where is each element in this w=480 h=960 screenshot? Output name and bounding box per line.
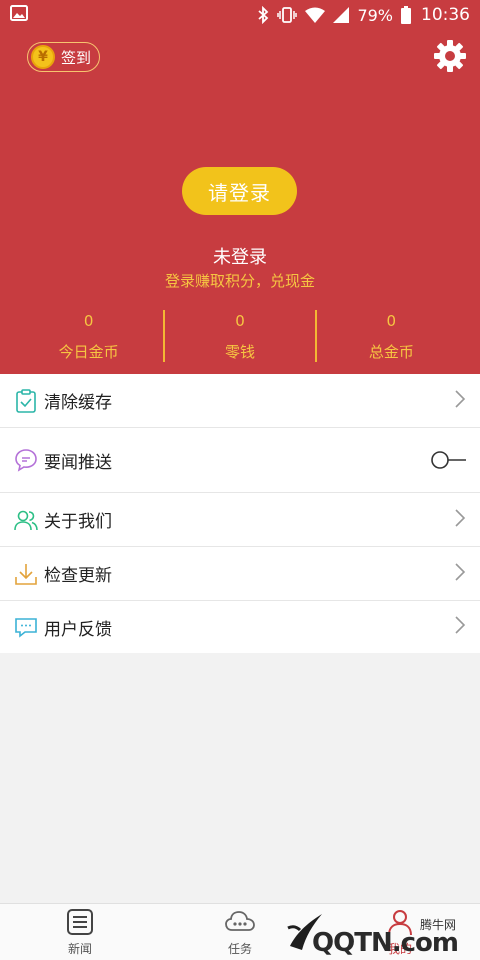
signal-icon bbox=[333, 7, 350, 23]
menu-label: 用户反馈 bbox=[44, 619, 112, 640]
menu-label: 要闻推送 bbox=[44, 452, 112, 473]
menu-item-news-push[interactable]: 要闻推送 bbox=[0, 428, 480, 493]
menu-item-clear-cache[interactable]: 清除缓存 bbox=[0, 374, 480, 428]
menu-item-check-update[interactable]: 检查更新 bbox=[0, 547, 480, 601]
chat-bubble-icon bbox=[14, 448, 38, 472]
chevron-right-icon bbox=[454, 562, 466, 586]
bluetooth-icon bbox=[257, 6, 269, 24]
clipboard-check-icon bbox=[14, 388, 38, 413]
menu-item-about-us[interactable]: 关于我们 bbox=[0, 493, 480, 547]
menu-label: 清除缓存 bbox=[44, 393, 112, 413]
message-icon bbox=[14, 615, 38, 639]
cloud-icon bbox=[224, 908, 256, 936]
vibrate-icon bbox=[277, 6, 298, 24]
coin-icon: ¥ bbox=[31, 45, 55, 69]
wifi-icon bbox=[305, 7, 326, 23]
tab-label: 新闻 bbox=[67, 942, 92, 956]
stat-label: 总金币 bbox=[368, 343, 414, 361]
news-push-toggle[interactable] bbox=[430, 450, 466, 470]
profile-icon bbox=[386, 908, 414, 936]
stat-value: 0 bbox=[235, 312, 245, 330]
menu-label: 关于我们 bbox=[44, 512, 112, 532]
stat-value: 0 bbox=[83, 312, 94, 330]
stats-row: 0 今日金币 0 零钱 0 总金币 bbox=[14, 310, 466, 362]
chevron-right-icon bbox=[454, 508, 466, 532]
menu-label: 检查更新 bbox=[44, 566, 112, 586]
gear-icon bbox=[433, 39, 467, 77]
chevron-right-icon bbox=[454, 389, 466, 413]
stat-total-coins[interactable]: 0 总金币 bbox=[314, 310, 466, 362]
download-icon bbox=[14, 562, 38, 586]
stat-change[interactable]: 0 零钱 bbox=[163, 310, 314, 362]
clock: 10:36 bbox=[421, 5, 470, 25]
settings-button[interactable] bbox=[431, 39, 469, 77]
checkin-label: 签到 bbox=[61, 48, 92, 67]
stat-label: 零钱 bbox=[224, 343, 255, 361]
profile-header: 79% 10:36 ¥ 签到 请登录 未登录 登录赚取积分，兑现金 0 今日金币… bbox=[0, 0, 480, 374]
tab-tasks[interactable]: 任务 bbox=[160, 904, 320, 960]
battery-percent: 79% bbox=[357, 5, 393, 25]
status-bar: 79% 10:36 bbox=[0, 0, 480, 30]
stat-value: 0 bbox=[386, 312, 397, 330]
login-button[interactable]: 请登录 bbox=[182, 167, 297, 215]
settings-menu: 清除缓存 要闻推送 关于我们 检查更新 用户反馈 bbox=[0, 374, 480, 653]
news-icon bbox=[66, 908, 94, 936]
users-icon bbox=[14, 508, 38, 532]
stat-today-coins[interactable]: 0 今日金币 bbox=[14, 310, 163, 362]
battery-icon bbox=[401, 6, 411, 24]
tab-label: 任务 bbox=[227, 942, 252, 956]
tab-label: 我的 bbox=[387, 942, 412, 956]
tab-profile[interactable]: 我的 bbox=[320, 904, 480, 960]
stat-label: 今日金币 bbox=[58, 343, 119, 361]
bottom-tab-bar: 新闻 任务 我的 bbox=[0, 903, 480, 960]
checkin-button[interactable]: ¥ 签到 bbox=[27, 42, 101, 72]
menu-item-feedback[interactable]: 用户反馈 bbox=[0, 601, 480, 653]
chevron-right-icon bbox=[454, 615, 466, 639]
username: 未登录 bbox=[213, 247, 267, 268]
gallery-notification-icon bbox=[10, 5, 28, 25]
tab-news[interactable]: 新闻 bbox=[0, 904, 160, 960]
login-tagline: 登录赚取积分，兑现金 bbox=[164, 272, 315, 290]
